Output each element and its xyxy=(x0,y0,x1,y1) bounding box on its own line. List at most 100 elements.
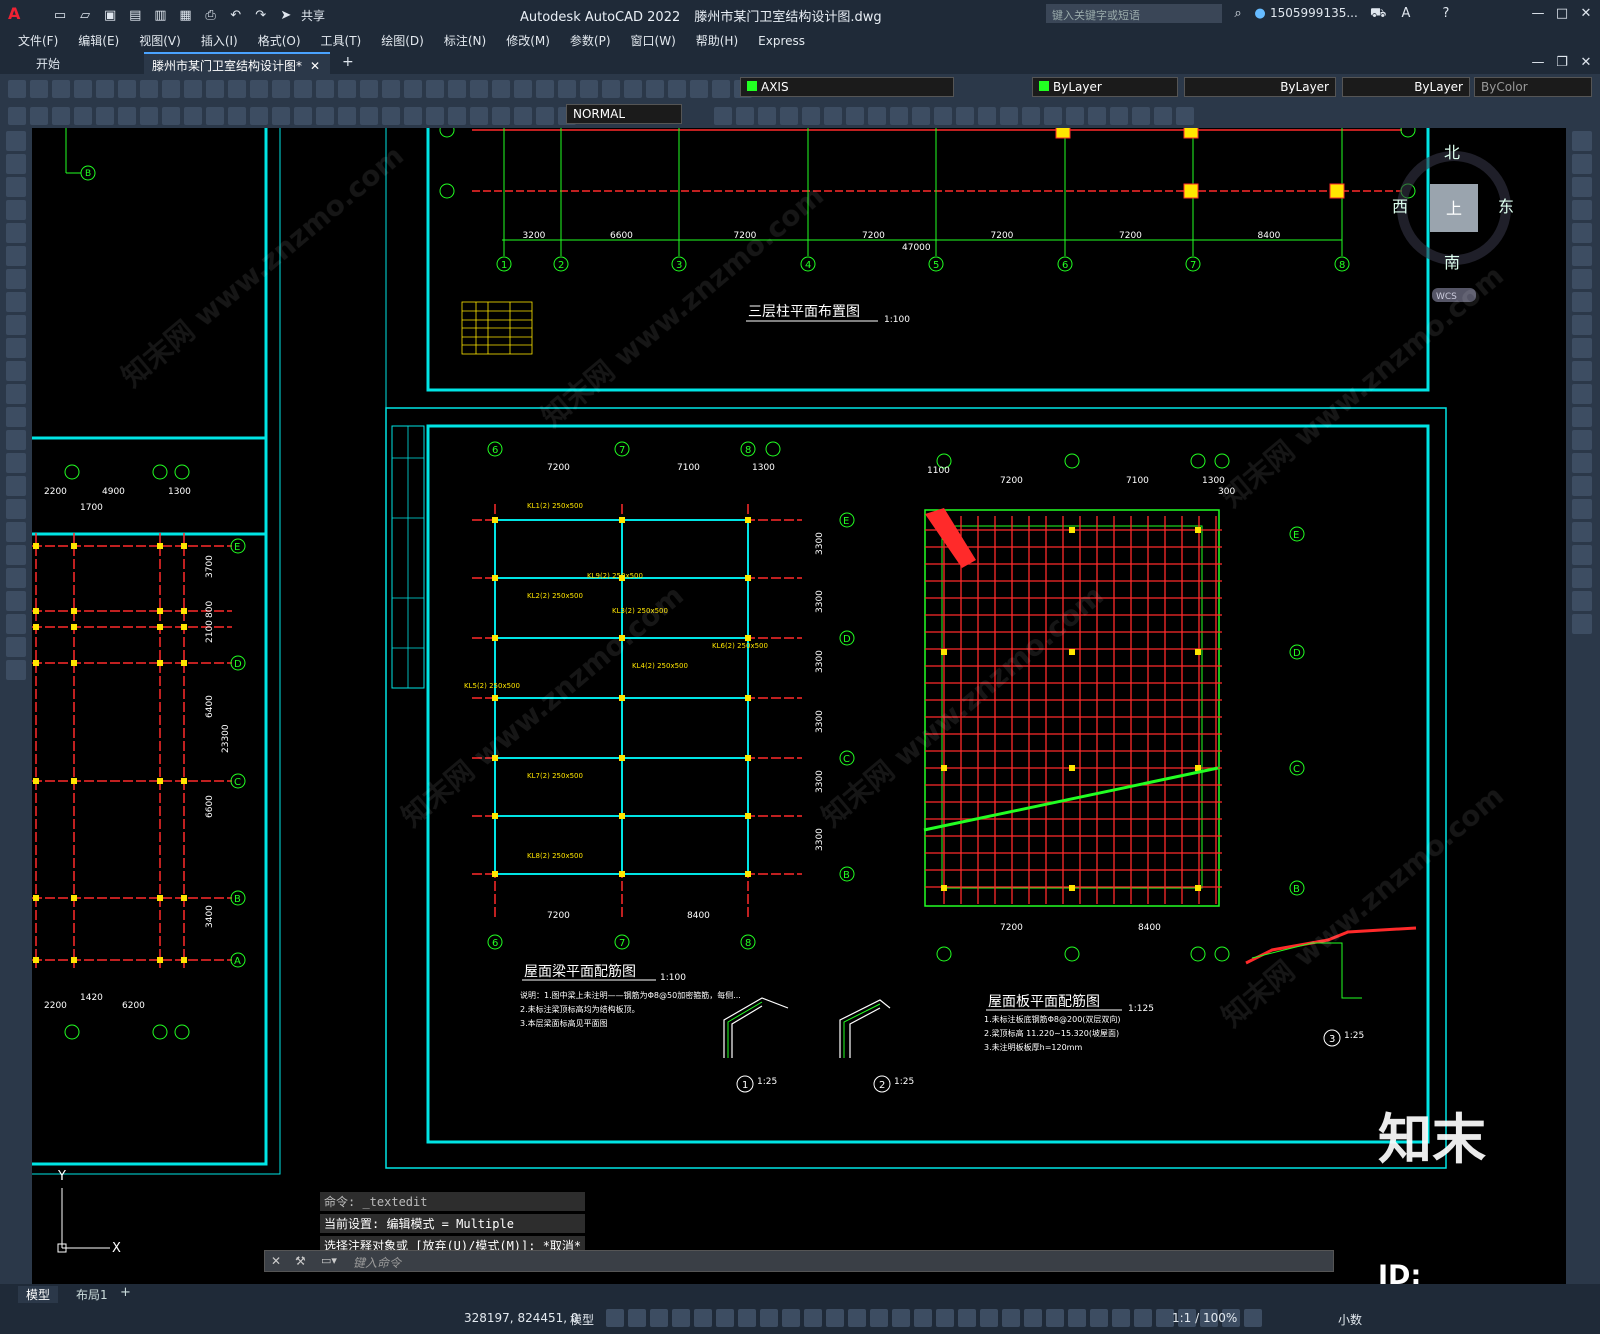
modify-tool-icon[interactable] xyxy=(1572,407,1592,427)
drawing-svg[interactable]: 1 2 3 4 5 6 7 8 3200 6600 7200 7200 7200 7200 8400 470… xyxy=(32,128,1566,1284)
dimension-tool-icon[interactable] xyxy=(448,106,466,125)
standard-tool-icon[interactable] xyxy=(184,79,202,98)
color-dropdown[interactable]: ByLayer xyxy=(1032,77,1178,97)
status-tool-icon[interactable] xyxy=(694,1309,712,1327)
menu-item[interactable]: 工具(T) xyxy=(321,34,362,48)
modify-tool-icon[interactable] xyxy=(1572,200,1592,220)
modify-tool-icon[interactable] xyxy=(912,106,930,125)
modify-tool-icon[interactable] xyxy=(1572,223,1592,243)
standard-tool-icon[interactable] xyxy=(536,79,554,98)
user-name[interactable]: 1505999135... xyxy=(1270,6,1358,20)
standard-tool-icon[interactable] xyxy=(272,79,290,98)
dimension-tool-icon[interactable] xyxy=(316,106,334,125)
dimension-tool-icon[interactable] xyxy=(96,106,114,125)
status-tool-icon[interactable] xyxy=(804,1309,822,1327)
draw-tool-icon[interactable] xyxy=(6,637,26,657)
menu-item[interactable]: 绘图(D) xyxy=(381,34,424,48)
standard-tool-icon[interactable] xyxy=(668,79,686,98)
doc-minimize-icon[interactable]: — xyxy=(1530,55,1546,71)
lineweight-dropdown[interactable]: ByLayer xyxy=(1342,77,1470,97)
status-tool-icon[interactable] xyxy=(1134,1309,1152,1327)
status-tool-icon[interactable] xyxy=(606,1309,624,1327)
modify-tool-icon[interactable] xyxy=(846,106,864,125)
dimension-tool-icon[interactable] xyxy=(162,106,180,125)
dimension-tool-icon[interactable] xyxy=(492,106,510,125)
modify-tool-icon[interactable] xyxy=(1572,361,1592,381)
dimension-tool-icon[interactable] xyxy=(30,106,48,125)
menu-item[interactable]: 格式(O) xyxy=(258,34,301,48)
modify-tool-icon[interactable] xyxy=(1572,315,1592,335)
modify-tool-icon[interactable] xyxy=(956,106,974,125)
status-tool-icon[interactable] xyxy=(870,1309,888,1327)
minimize-icon[interactable]: — xyxy=(1530,6,1546,22)
status-tool-icon[interactable] xyxy=(628,1309,646,1327)
modify-tool-icon[interactable] xyxy=(1572,430,1592,450)
modify-tool-icon[interactable] xyxy=(1572,246,1592,266)
help-icon[interactable]: ? xyxy=(1438,6,1454,22)
units-display[interactable]: 小数 xyxy=(1338,1311,1362,1328)
modify-tool-icon[interactable] xyxy=(868,106,886,125)
status-tool-icon[interactable] xyxy=(1024,1309,1042,1327)
menu-item[interactable]: 帮助(H) xyxy=(696,34,738,48)
modify-tool-icon[interactable] xyxy=(758,106,776,125)
draw-tool-icon[interactable] xyxy=(6,338,26,358)
modify-tool-icon[interactable] xyxy=(1572,614,1592,634)
draw-tool-icon[interactable] xyxy=(6,453,26,473)
standard-tool-icon[interactable] xyxy=(228,79,246,98)
share-icon[interactable]: ➤ xyxy=(278,8,294,24)
modify-tool-icon[interactable] xyxy=(978,106,996,125)
status-tool-icon[interactable] xyxy=(1002,1309,1020,1327)
standard-tool-icon[interactable] xyxy=(448,79,466,98)
draw-tool-icon[interactable] xyxy=(6,131,26,151)
redo-icon[interactable]: ↷ xyxy=(253,8,269,24)
modify-tool-icon[interactable] xyxy=(780,106,798,125)
modify-tool-icon[interactable] xyxy=(934,106,952,125)
tab-start[interactable]: 开始 xyxy=(22,52,140,74)
draw-tool-icon[interactable] xyxy=(6,200,26,220)
layer-dropdown[interactable]: AXIS xyxy=(740,77,954,97)
standard-tool-icon[interactable] xyxy=(580,79,598,98)
draw-tool-icon[interactable] xyxy=(6,545,26,565)
draw-tool-icon[interactable] xyxy=(6,269,26,289)
status-tool-icon[interactable] xyxy=(650,1309,668,1327)
standard-tool-icon[interactable] xyxy=(382,79,400,98)
viewcube-west[interactable]: 西 xyxy=(1392,197,1408,216)
dimstyle-dropdown[interactable]: NORMAL xyxy=(566,104,682,124)
standard-tool-icon[interactable] xyxy=(624,79,642,98)
status-tool-icon[interactable] xyxy=(892,1309,910,1327)
standard-tool-icon[interactable] xyxy=(206,79,224,98)
close-icon[interactable]: ✕ xyxy=(1578,6,1594,22)
modify-tool-icon[interactable] xyxy=(1572,269,1592,289)
standard-tool-icon[interactable] xyxy=(514,79,532,98)
draw-tool-icon[interactable] xyxy=(6,499,26,519)
new-tab-button[interactable]: + xyxy=(342,54,354,70)
standard-tool-icon[interactable] xyxy=(558,79,576,98)
dimension-tool-icon[interactable] xyxy=(184,106,202,125)
status-tool-icon[interactable] xyxy=(1090,1309,1108,1327)
status-tool-icon[interactable] xyxy=(958,1309,976,1327)
standard-tool-icon[interactable] xyxy=(294,79,312,98)
standard-tool-icon[interactable] xyxy=(712,79,730,98)
menu-item[interactable]: 编辑(E) xyxy=(78,34,119,48)
new-file-icon[interactable]: ▭ xyxy=(52,8,68,24)
standard-tool-icon[interactable] xyxy=(162,79,180,98)
standard-tool-icon[interactable] xyxy=(492,79,510,98)
standard-tool-icon[interactable] xyxy=(646,79,664,98)
search-icon[interactable]: ⌕ xyxy=(1230,6,1246,22)
status-tool-icon[interactable] xyxy=(848,1309,866,1327)
modify-tool-icon[interactable] xyxy=(736,106,754,125)
viewcube-east[interactable]: 东 xyxy=(1498,197,1514,216)
modify-tool-icon[interactable] xyxy=(1066,106,1084,125)
menu-item[interactable]: 修改(M) xyxy=(506,34,550,48)
draw-tool-icon[interactable] xyxy=(6,223,26,243)
share-button[interactable]: 共享 xyxy=(301,9,325,23)
import-icon[interactable]: ▥ xyxy=(152,8,168,24)
tab-model[interactable]: 模型 xyxy=(18,1286,59,1303)
modify-tool-icon[interactable] xyxy=(1110,106,1128,125)
dimension-tool-icon[interactable] xyxy=(74,106,92,125)
standard-tool-icon[interactable] xyxy=(250,79,268,98)
command-prompt-icon[interactable]: ▭▾ xyxy=(321,1254,337,1267)
dimension-tool-icon[interactable] xyxy=(470,106,488,125)
modify-tool-icon[interactable] xyxy=(1572,292,1592,312)
save-as-icon[interactable]: ▤ xyxy=(127,8,143,24)
